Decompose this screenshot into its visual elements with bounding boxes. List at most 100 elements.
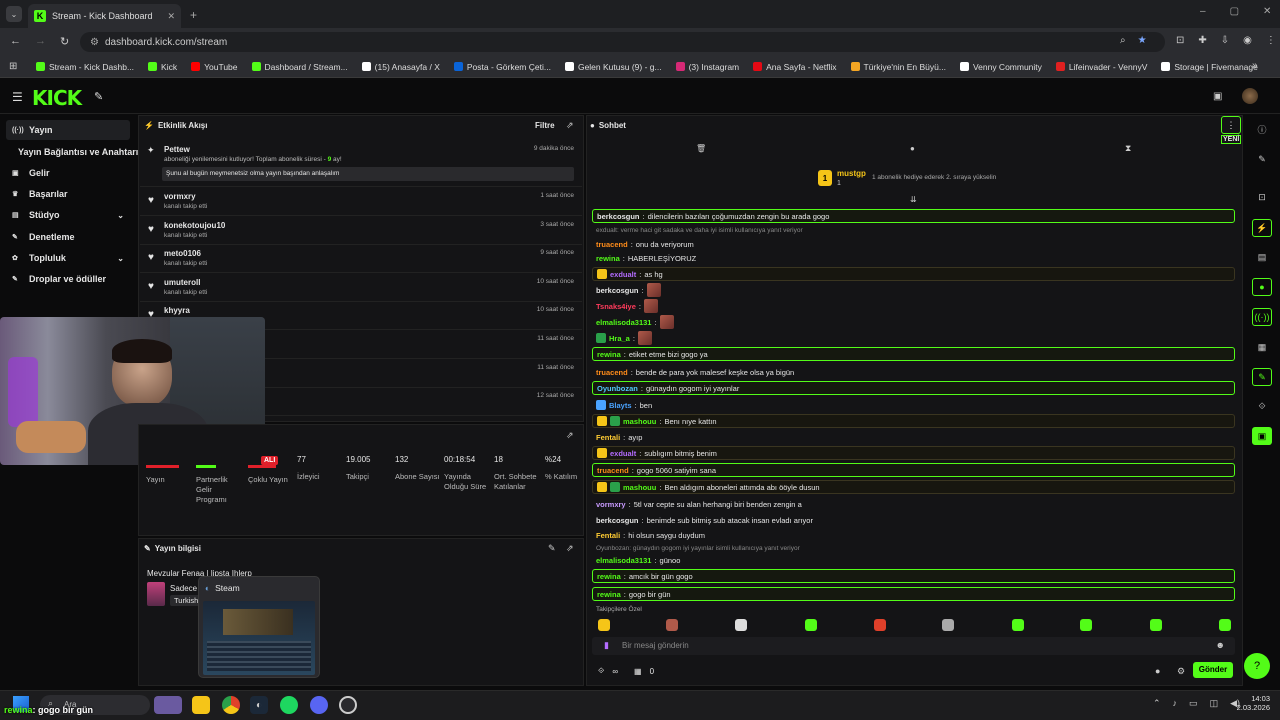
chat-message[interactable]: mashouu: Benı nıye kattın [592,414,1235,428]
chat-username[interactable]: berkcosgun [597,212,640,221]
chat-settings-icon[interactable]: ⚙ [1177,666,1185,677]
monitor-icon[interactable]: ▭ [1189,698,1198,709]
chat-message[interactable]: Fentali: ayıp [592,430,1235,444]
emote-option[interactable] [805,619,817,631]
chat-username[interactable]: truacend [597,466,629,475]
downloads-icon[interactable]: ⇩ [1221,35,1229,46]
bookmark-item[interactable]: Ana Sayfa - Netflix [753,62,837,72]
chat-username[interactable]: rewina [596,254,620,263]
bookmark-item[interactable]: Türkiye'nin En Büyü... [850,62,946,72]
chat-message[interactable]: Tsnaks4iye: [592,299,1235,313]
new-tab-button[interactable]: + [190,8,197,22]
emote-option[interactable] [1150,619,1162,631]
bookmark-item[interactable]: Dashboard / Stream... [251,62,348,72]
chevron-down-icon[interactable]: ⌄ [117,211,124,220]
sidebar-item[interactable]: ✎ Droplar ve ödüller [6,269,130,289]
moderation-icon[interactable]: ▣ [1252,427,1272,445]
chat-message[interactable]: rewina: amcık bir gün gogo [592,569,1235,583]
bookmark-item[interactable]: (15) Anasayfa / X [361,62,440,72]
emote-option[interactable] [942,619,954,631]
info-icon[interactable]: ⓘ [1252,120,1272,138]
trash-icon[interactable]: 🗑 [696,144,706,153]
bookmark-item[interactable]: Venny Community [959,62,1042,72]
chat-username[interactable]: Hra_a [609,334,630,343]
chat-input[interactable]: ▮ Bir mesaj gönderin ☻ [592,637,1235,655]
sidebar-item[interactable]: ((·)) Yayın [6,120,130,140]
chat-message[interactable]: berkcosgun: benimde sub bitmiş sub atacak… [592,513,1235,527]
bookmark-item[interactable]: (3) Instagram [675,62,739,72]
mic-icon[interactable]: ▮ [604,640,609,651]
bookmark-item[interactable]: Storage | Fivemanage [1161,62,1258,72]
chat-message[interactable]: truacend: bende de para yok malesef keşke… [592,365,1235,379]
extensions-puzzle-icon[interactable]: ✚ [1198,35,1206,46]
profile-icon[interactable]: ◉ [1243,35,1252,46]
pin-icon[interactable]: ✎ [94,90,103,103]
widgets-icon[interactable] [154,696,182,714]
send-button[interactable]: Gönder [1193,662,1233,678]
share-icon[interactable]: ⟐ [1252,397,1272,415]
emote-option[interactable] [666,619,678,631]
zoom-icon[interactable]: ⌕ [1120,35,1126,46]
chat-message[interactable]: mashouu: Ben aldıgım aboneleri attımda ab… [592,480,1235,494]
sidebar-item[interactable]: ▣ Gelir [6,163,130,183]
bookmark-star-icon[interactable]: ★ [1138,35,1147,46]
archive-icon[interactable]: ▦ [1252,338,1272,356]
close-tab-icon[interactable]: ✕ [167,11,175,22]
chat-username[interactable]: Oyunbozan [597,384,638,393]
chat-username[interactable]: rewina [597,350,621,359]
chat-username[interactable]: Blayts [609,401,632,410]
emote-option[interactable] [1012,619,1024,631]
obs-icon[interactable] [339,696,357,714]
chat-message[interactable]: Hra_a: [592,331,1235,345]
chat-comment-icon[interactable]: ● [1155,666,1160,676]
maximize-icon[interactable]: ▢ [1230,6,1239,17]
chat-message[interactable]: berkcosgun: [592,283,1235,297]
chat-message[interactable]: rewina: etiket etme bizi gogo ya [592,347,1235,361]
forward-icon[interactable]: → [35,35,46,48]
help-button[interactable]: ? [1244,653,1270,679]
mic-tray-icon[interactable]: ♪ [1173,698,1178,709]
chat-username[interactable]: vormxry [596,500,626,509]
chat-message[interactable]: elmalisoda3131: [592,315,1235,329]
chat-menu-button[interactable]: ⋮ [1221,116,1241,134]
browser-tab[interactable]: K Stream - Kick Dashboard ✕ [28,4,181,28]
chat-username[interactable]: Fentali [596,433,620,442]
site-info-icon[interactable]: ⚙ [90,37,99,48]
sidebar-item[interactable]: ♛ Başarılar [6,184,130,204]
edit-icon[interactable]: ✎ [548,543,556,554]
chat-username[interactable]: truacend [596,240,628,249]
spotify-icon[interactable] [280,696,298,714]
back-icon[interactable]: ← [10,35,21,48]
chat-username[interactable]: berkcosgun [596,516,639,525]
more-bookmarks-icon[interactable]: » [1252,60,1258,71]
chat-message[interactable]: truacend: onu da veriyorum [592,237,1235,251]
document-icon[interactable]: ▤ [1252,248,1272,266]
kick-logo[interactable]: KICK [32,86,82,110]
bookmark-item[interactable]: Stream - Kick Dashb... [36,62,134,72]
bookmark-item[interactable]: Lifeinvader - VennyV [1055,62,1147,72]
edit-pen-icon[interactable]: ✎ [1252,150,1272,168]
discord-icon[interactable] [310,696,328,714]
chat-username[interactable]: Tsnaks4iye [596,302,636,311]
close-window-icon[interactable]: ✕ [1263,6,1271,17]
screen-icon[interactable]: ⊡ [1252,188,1272,206]
chrome-icon[interactable] [222,696,240,714]
chat-username[interactable]: rewina [597,572,621,581]
chat-message[interactable]: rewina: HABERLEŞİYORUZ [592,251,1235,265]
file-explorer-icon[interactable] [192,696,210,714]
chat-username[interactable]: truacend [596,368,628,377]
chat-username[interactable]: Fentali [596,531,620,540]
steam-taskbar-icon[interactable]: ◐ [250,696,268,714]
scroll-down-icon[interactable]: ⇊ [910,195,917,204]
chat-message[interactable]: elmalisoda3131: günoo [592,553,1235,567]
reload-icon[interactable]: ↻ [60,35,69,48]
chat-message[interactable]: rewina: gogo bir gün [592,587,1235,601]
chat-message[interactable]: exdualt: as hg [592,267,1235,281]
browser-menu-icon[interactable]: ⋮ [1266,35,1276,46]
popout-icon[interactable]: ⇗ [566,120,574,131]
stats-popout-icon[interactable]: ⇗ [566,430,574,441]
chat-username[interactable]: elmalisoda3131 [596,556,651,565]
chat-message[interactable]: truacend: gogo 5060 satiyim sana [592,463,1235,477]
sidebar-item[interactable]: Yayın Bağlantısı ve Anahtarı [6,142,138,162]
minimize-icon[interactable]: – [1200,6,1206,17]
